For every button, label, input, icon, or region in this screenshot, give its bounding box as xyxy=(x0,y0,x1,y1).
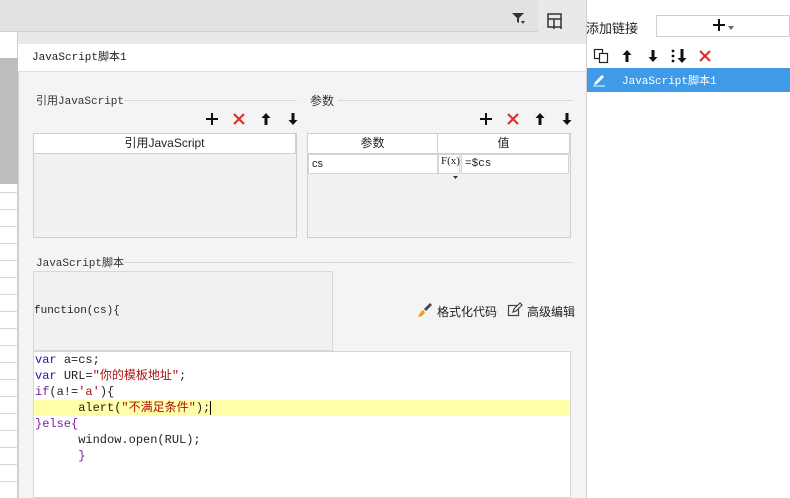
plus-icon xyxy=(712,18,726,35)
sheet-row-line xyxy=(0,243,18,244)
script-divider xyxy=(124,262,573,263)
ref-js-section-label: 引用JavaScript xyxy=(36,96,125,108)
filter-icon[interactable] xyxy=(508,8,528,28)
code-text: a=cs; xyxy=(63,353,100,367)
code-line: var a=cs; xyxy=(34,352,570,368)
arrow-down-icon[interactable] xyxy=(642,45,663,66)
code-line: if(a!='a'){ xyxy=(34,384,570,400)
code-keyword: var xyxy=(35,369,57,383)
sheet-row-line xyxy=(0,396,18,397)
code-keyword: var xyxy=(35,353,57,367)
code-line: window.open(RUL); xyxy=(34,432,570,448)
param-section-label: 参数 xyxy=(310,94,335,108)
code-string: "不满足条件" xyxy=(121,401,196,415)
code-string: "你的模板地址" xyxy=(92,369,180,383)
link-item-selected[interactable]: JavaScript脚本1 xyxy=(587,68,790,92)
background-toolbar xyxy=(0,0,538,32)
param-arrow-up-icon[interactable] xyxy=(529,108,550,129)
sheet-row-line xyxy=(0,447,18,448)
sheet-row-line xyxy=(0,430,18,431)
code-line: }else{ xyxy=(34,416,570,432)
code-line-active: alert("不满足条件"); xyxy=(34,400,570,416)
sheet-row-line xyxy=(0,464,18,465)
sheet-row-line xyxy=(0,209,18,210)
sheet-header-strip xyxy=(0,58,18,184)
script-section-label: JavaScript脚本 xyxy=(36,258,125,270)
arrow-up-icon[interactable] xyxy=(616,45,637,66)
formula-chevron-icon xyxy=(453,168,458,182)
param-arrow-down-icon[interactable] xyxy=(556,108,577,129)
ref-js-table: 引用JavaScript xyxy=(33,133,297,238)
link-panel-title: 添加链接 xyxy=(586,21,639,36)
pencil-icon xyxy=(587,68,611,92)
code-text: alert( xyxy=(35,401,122,415)
formula-icon: F(x) xyxy=(441,155,460,167)
param-name-column-header[interactable]: 参数 xyxy=(308,134,438,153)
sheet-row-line xyxy=(0,481,18,482)
ref-arrow-down-icon[interactable] xyxy=(282,108,303,129)
editor-actions: 格式化代码 高级编辑 xyxy=(417,302,575,321)
function-signature-box: function(cs){ xyxy=(33,271,333,351)
sheet-row-line xyxy=(0,192,18,193)
code-editor[interactable]: var a=cs; var URL="你的模板地址"; if(a!='a'){ … xyxy=(33,351,571,498)
delete-icon[interactable] xyxy=(694,45,715,66)
sheet-row-line xyxy=(0,379,18,380)
dialog-title: JavaScript脚本1 xyxy=(18,44,586,72)
link-toolbar xyxy=(590,45,715,66)
param-divider xyxy=(338,100,573,101)
param-delete-icon[interactable] xyxy=(502,108,523,129)
code-line: var URL="你的模板地址"; xyxy=(34,368,570,384)
sheet-row-line xyxy=(0,294,18,295)
function-signature: function(cs){ xyxy=(34,305,120,317)
chevron-down-icon xyxy=(728,19,734,33)
ref-js-divider xyxy=(125,100,297,101)
code-string: 'a' xyxy=(78,385,100,399)
param-add-plus-icon[interactable] xyxy=(475,108,496,129)
code-text: window.open(RUL); xyxy=(35,433,201,447)
param-value-cell[interactable]: =$cs xyxy=(461,154,569,174)
code-keyword: } xyxy=(35,449,86,463)
ref-js-column-header[interactable]: 引用JavaScript xyxy=(34,134,296,153)
ref-add-plus-icon[interactable] xyxy=(201,108,222,129)
sheet-row-line xyxy=(0,277,18,278)
layout-grid-icon[interactable] xyxy=(540,6,570,36)
format-code-label: 格式化代码 xyxy=(437,305,498,319)
code-text: (a!= xyxy=(49,385,79,399)
background-sheet xyxy=(0,32,18,498)
advanced-edit-label: 高级编辑 xyxy=(527,305,576,319)
sheet-row-line xyxy=(0,260,18,261)
param-toolbar xyxy=(475,108,577,129)
link-item-label: JavaScript脚本1 xyxy=(622,76,717,88)
code-line: } xyxy=(34,448,570,464)
sheet-row-line xyxy=(0,362,18,363)
code-keyword: if xyxy=(35,385,50,399)
param-value-column-header[interactable]: 值 xyxy=(438,134,570,153)
code-text: ){ xyxy=(99,385,115,399)
param-table: 参数 值 xyxy=(307,133,571,238)
formula-button[interactable]: F(x) xyxy=(438,154,460,179)
sheet-row-line xyxy=(0,345,18,346)
copy-icon[interactable] xyxy=(590,45,611,66)
text-caret xyxy=(210,400,212,415)
param-name-cell[interactable]: cs xyxy=(308,154,438,174)
ref-js-toolbar xyxy=(201,108,303,129)
code-text: ; xyxy=(179,369,187,383)
sheet-row-line xyxy=(0,226,18,227)
sheet-row-line xyxy=(0,413,18,414)
param-table-header: 参数 值 xyxy=(308,134,570,154)
add-link-dropdown[interactable] xyxy=(656,15,790,37)
ref-js-table-header: 引用JavaScript xyxy=(34,134,296,154)
sheet-row-line xyxy=(0,328,18,329)
edit-icon xyxy=(507,302,523,321)
ref-delete-icon[interactable] xyxy=(228,108,249,129)
sheet-row-line xyxy=(0,311,18,312)
format-code-button[interactable]: 格式化代码 xyxy=(417,302,497,321)
advanced-edit-button[interactable]: 高级编辑 xyxy=(507,302,575,321)
move-to-bottom-icon[interactable] xyxy=(668,45,689,66)
code-text: ); xyxy=(195,401,211,415)
ref-arrow-up-icon[interactable] xyxy=(255,108,276,129)
code-keyword: }else{ xyxy=(35,417,79,431)
code-text: URL= xyxy=(63,369,93,383)
brush-icon xyxy=(417,302,433,321)
